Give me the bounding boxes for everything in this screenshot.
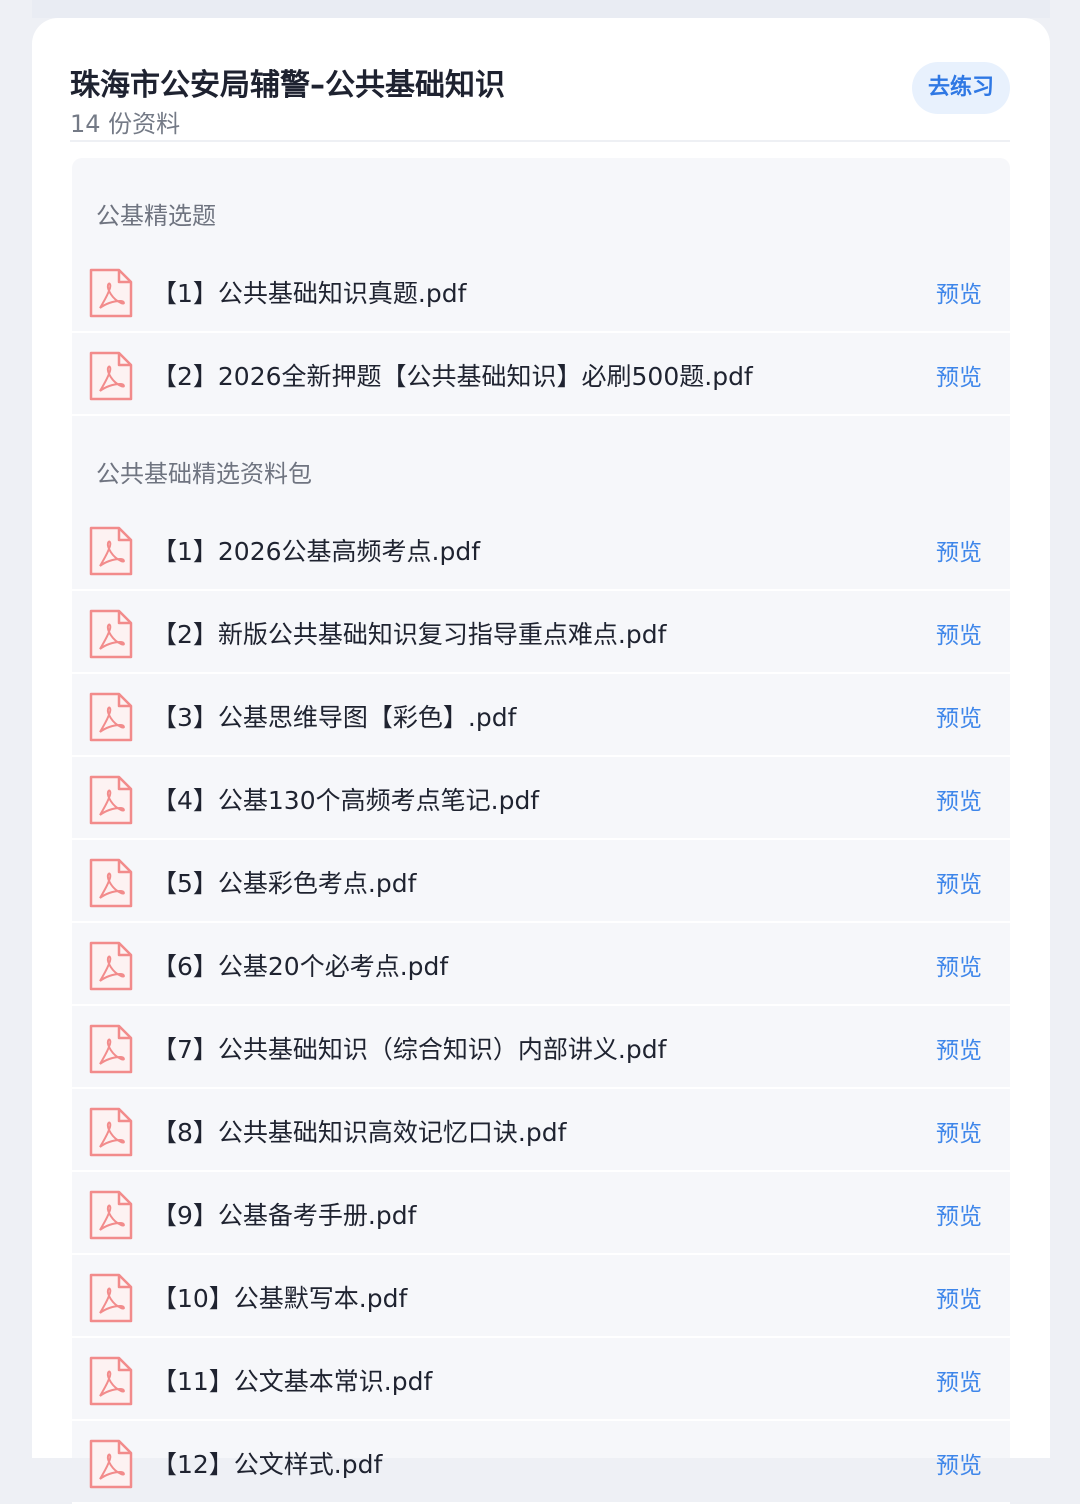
file-name: 【10】公基默写本.pdf bbox=[152, 1284, 408, 1313]
file-row[interactable]: 【5】公基彩色考点.pdf 预览 bbox=[72, 840, 1010, 922]
preview-button[interactable]: 预览 bbox=[936, 1031, 982, 1065]
file-row[interactable]: 【6】公基20个必考点.pdf 预览 bbox=[72, 923, 1010, 1005]
file-name: 【2】2026全新押题【公共基础知识】必刷500题.pdf bbox=[152, 362, 753, 391]
file-name: 【12】公文样式.pdf bbox=[152, 1450, 383, 1479]
file-name: 【4】公基130个高频考点笔记.pdf bbox=[152, 786, 540, 815]
pdf-file-icon bbox=[88, 609, 134, 659]
file-name: 【8】公共基础知识高效记忆口诀.pdf bbox=[152, 1118, 567, 1147]
preview-button[interactable]: 预览 bbox=[936, 865, 982, 899]
top-strip bbox=[32, 0, 1050, 18]
page-title: 珠海市公安局辅警–公共基础知识 bbox=[70, 68, 505, 103]
row-divider bbox=[72, 414, 1010, 416]
file-row[interactable]: 【12】公文样式.pdf 预览 bbox=[72, 1421, 1010, 1503]
file-row[interactable]: 【10】公基默写本.pdf 预览 bbox=[72, 1255, 1010, 1337]
practice-button[interactable]: 去练习 bbox=[912, 62, 1010, 114]
file-row[interactable]: 【8】公共基础知识高效记忆口诀.pdf 预览 bbox=[72, 1089, 1010, 1171]
preview-button[interactable]: 预览 bbox=[936, 948, 982, 982]
file-name: 【6】公基20个必考点.pdf bbox=[152, 952, 449, 981]
pdf-file-icon bbox=[88, 941, 134, 991]
preview-button[interactable]: 预览 bbox=[936, 1197, 982, 1231]
materials-card: 珠海市公安局辅警–公共基础知识 14 份资料 去练习 公基精选题【1】公共基础知… bbox=[32, 18, 1050, 1504]
file-name: 【2】新版公共基础知识复习指导重点难点.pdf bbox=[152, 620, 667, 649]
pdf-file-icon bbox=[88, 858, 134, 908]
file-row[interactable]: 【1】2026公基高频考点.pdf 预览 bbox=[72, 508, 1010, 590]
file-row[interactable]: 【11】公文基本常识.pdf 预览 bbox=[72, 1338, 1010, 1420]
pdf-file-icon bbox=[88, 1107, 134, 1157]
pdf-file-icon bbox=[88, 1024, 134, 1074]
file-row[interactable]: 【4】公基130个高频考点笔记.pdf 预览 bbox=[72, 757, 1010, 839]
preview-button[interactable]: 预览 bbox=[936, 358, 982, 392]
pdf-file-icon bbox=[88, 268, 134, 318]
file-row[interactable]: 【7】公共基础知识（综合知识）内部讲义.pdf 预览 bbox=[72, 1006, 1010, 1088]
file-name: 【11】公文基本常识.pdf bbox=[152, 1367, 433, 1396]
file-name: 【9】公基备考手册.pdf bbox=[152, 1201, 417, 1230]
pdf-file-icon bbox=[88, 1190, 134, 1240]
preview-button[interactable]: 预览 bbox=[936, 782, 982, 816]
file-name: 【5】公基彩色考点.pdf bbox=[152, 869, 417, 898]
pdf-file-icon bbox=[88, 775, 134, 825]
preview-button[interactable]: 预览 bbox=[936, 275, 982, 309]
preview-button[interactable]: 预览 bbox=[936, 1114, 982, 1148]
preview-button[interactable]: 预览 bbox=[936, 1280, 982, 1314]
preview-button[interactable]: 预览 bbox=[936, 1446, 982, 1480]
file-row[interactable]: 【2】新版公共基础知识复习指导重点难点.pdf 预览 bbox=[72, 591, 1010, 673]
pdf-file-icon bbox=[88, 692, 134, 742]
pdf-file-icon bbox=[88, 351, 134, 401]
materials-count: 14 份资料 bbox=[70, 110, 181, 138]
preview-button[interactable]: 预览 bbox=[936, 699, 982, 733]
file-row[interactable]: 【9】公基备考手册.pdf 预览 bbox=[72, 1172, 1010, 1254]
file-list: 公基精选题 【1】公共基础知识真题.pdf 预览 【2】2026全新押题【公共基础知识… bbox=[72, 158, 1010, 1504]
file-name: 【7】公共基础知识（综合知识）内部讲义.pdf bbox=[152, 1035, 667, 1064]
section-title: 公共基础精选资料包 bbox=[96, 460, 312, 488]
card-header: 珠海市公安局辅警–公共基础知识 14 份资料 去练习 bbox=[70, 56, 1010, 142]
section-title: 公基精选题 bbox=[96, 202, 216, 230]
file-name: 【1】2026公基高频考点.pdf bbox=[152, 537, 481, 566]
file-row[interactable]: 【1】公共基础知识真题.pdf 预览 bbox=[72, 250, 1010, 332]
file-row[interactable]: 【3】公基思维导图【彩色】.pdf 预览 bbox=[72, 674, 1010, 756]
file-name: 【3】公基思维导图【彩色】.pdf bbox=[152, 703, 517, 732]
pdf-file-icon bbox=[88, 1356, 134, 1406]
preview-button[interactable]: 预览 bbox=[936, 533, 982, 567]
file-name: 【1】公共基础知识真题.pdf bbox=[152, 279, 467, 308]
pdf-file-icon bbox=[88, 526, 134, 576]
pdf-file-icon bbox=[88, 1273, 134, 1323]
pdf-file-icon bbox=[88, 1439, 134, 1489]
preview-button[interactable]: 预览 bbox=[936, 1363, 982, 1397]
header-divider bbox=[70, 140, 1010, 142]
preview-button[interactable]: 预览 bbox=[936, 616, 982, 650]
file-row[interactable]: 【2】2026全新押题【公共基础知识】必刷500题.pdf 预览 bbox=[72, 333, 1010, 415]
